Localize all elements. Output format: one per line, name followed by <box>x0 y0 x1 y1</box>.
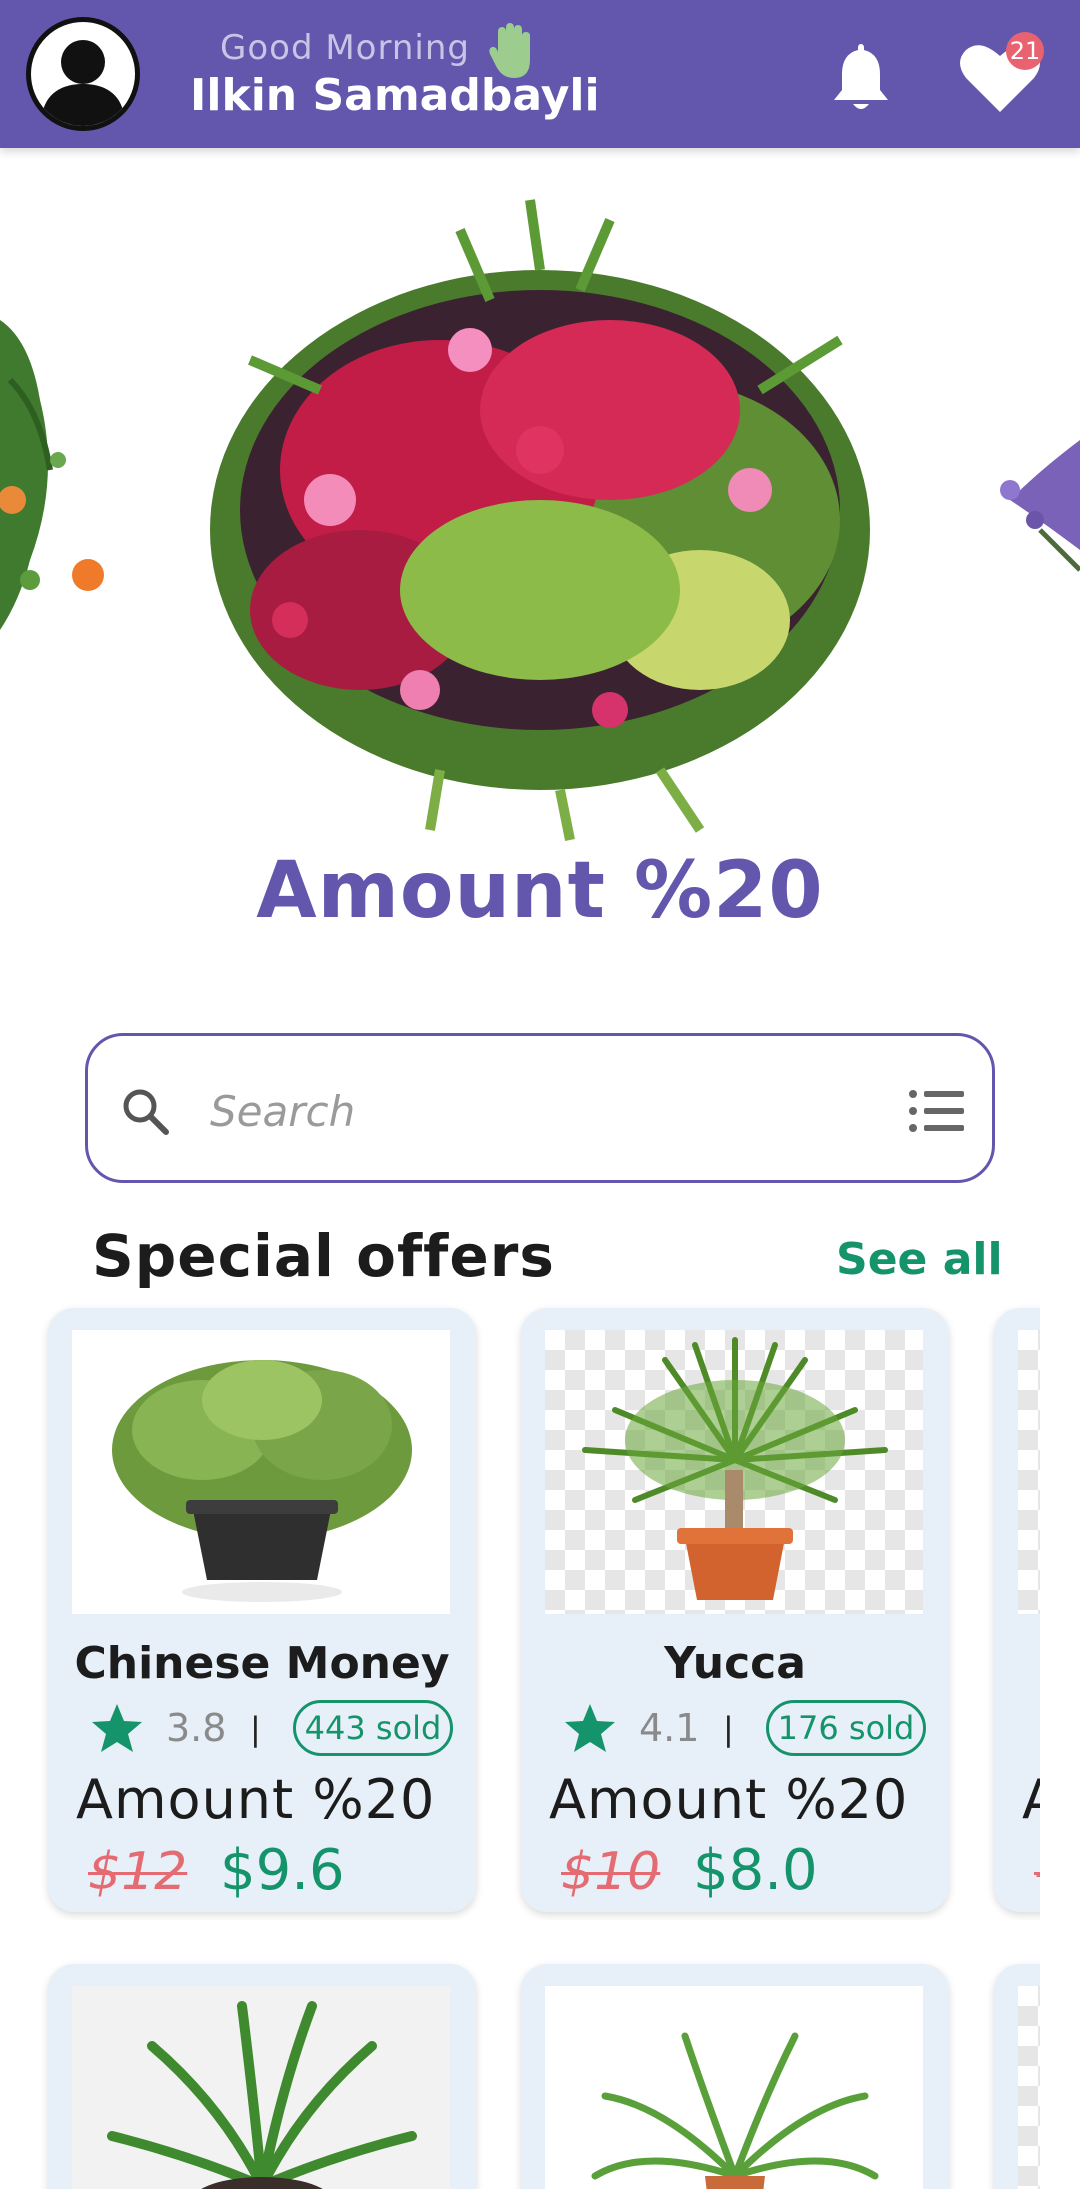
bell-icon[interactable] <box>828 40 894 114</box>
sold-badge: 443 sold <box>293 1700 453 1756</box>
favorites-badge: 21 <box>1006 32 1044 70</box>
plant-pot-image <box>112 1360 412 1602</box>
user-name: Ilkin Samadbayli <box>190 70 600 121</box>
product-discount: Amount %20 <box>549 1768 909 1831</box>
plant-image <box>1018 1330 1040 1614</box>
product-image <box>1018 1986 1040 2189</box>
product-discount: A <box>1022 1768 1040 1831</box>
new-price: $9.6 <box>220 1838 345 1903</box>
promo-banner[interactable] <box>0 150 1080 950</box>
star-icon <box>92 1704 142 1752</box>
filter-list-icon[interactable] <box>908 1088 964 1134</box>
avatar[interactable] <box>26 17 140 131</box>
product-image <box>72 1330 450 1614</box>
flower-bush-image <box>210 199 870 841</box>
search-input[interactable] <box>208 1076 852 1146</box>
banner-title: Amount %20 <box>256 846 824 936</box>
product-card[interactable] <box>994 1964 1040 2189</box>
product-card[interactable]: Yucca 4.1 | 176 sold Amount %20 $10 $8.0 <box>521 1308 949 1912</box>
new-price: $8.0 <box>693 1838 818 1903</box>
product-rating: 3.8 <box>166 1706 227 1750</box>
star-icon <box>565 1704 615 1752</box>
user-silhouette-icon <box>41 40 125 126</box>
search-bar[interactable] <box>85 1033 995 1183</box>
product-rating: 4.1 <box>639 1706 700 1750</box>
product-card[interactable]: A - <box>994 1308 1040 1912</box>
plant-pot-image <box>582 1337 888 1600</box>
product-discount: Amount %20 <box>76 1768 436 1831</box>
product-image <box>72 1986 450 2189</box>
see-all-link[interactable]: See all <box>836 1234 1003 1285</box>
product-image <box>545 1330 923 1614</box>
greeting-text: Good Morning <box>220 28 470 68</box>
product-list-row-2 <box>0 1960 1040 2189</box>
product-card[interactable]: Chinese Money 3.8 | 443 sold Amount %20 … <box>48 1308 476 1912</box>
product-image <box>545 1986 923 2189</box>
product-card[interactable] <box>48 1964 476 2189</box>
product-name: Chinese Money <box>74 1638 450 1689</box>
aloe-plant-image <box>107 2001 417 2189</box>
old-price: - <box>1034 1842 1040 1902</box>
product-image <box>1018 1330 1040 1614</box>
app-header: Good Morning Ilkin Samadbayli 21 <box>0 0 1080 148</box>
sold-badge: 176 sold <box>766 1700 926 1756</box>
section-title: Special offers <box>92 1222 555 1290</box>
old-price: $12 <box>88 1842 188 1902</box>
rating-separator: | <box>250 1710 261 1748</box>
plant-right-image <box>1000 440 1080 572</box>
spider-plant-image <box>591 2032 879 2189</box>
product-name: Yucca <box>664 1638 806 1689</box>
product-card[interactable] <box>521 1964 949 2189</box>
plant-left-image <box>0 320 104 630</box>
rating-separator: | <box>723 1710 734 1748</box>
search-icon <box>123 1089 169 1135</box>
special-offers-list: Chinese Money 3.8 | 443 sold Amount %20 … <box>0 1300 1040 1920</box>
old-price: $10 <box>561 1842 661 1902</box>
